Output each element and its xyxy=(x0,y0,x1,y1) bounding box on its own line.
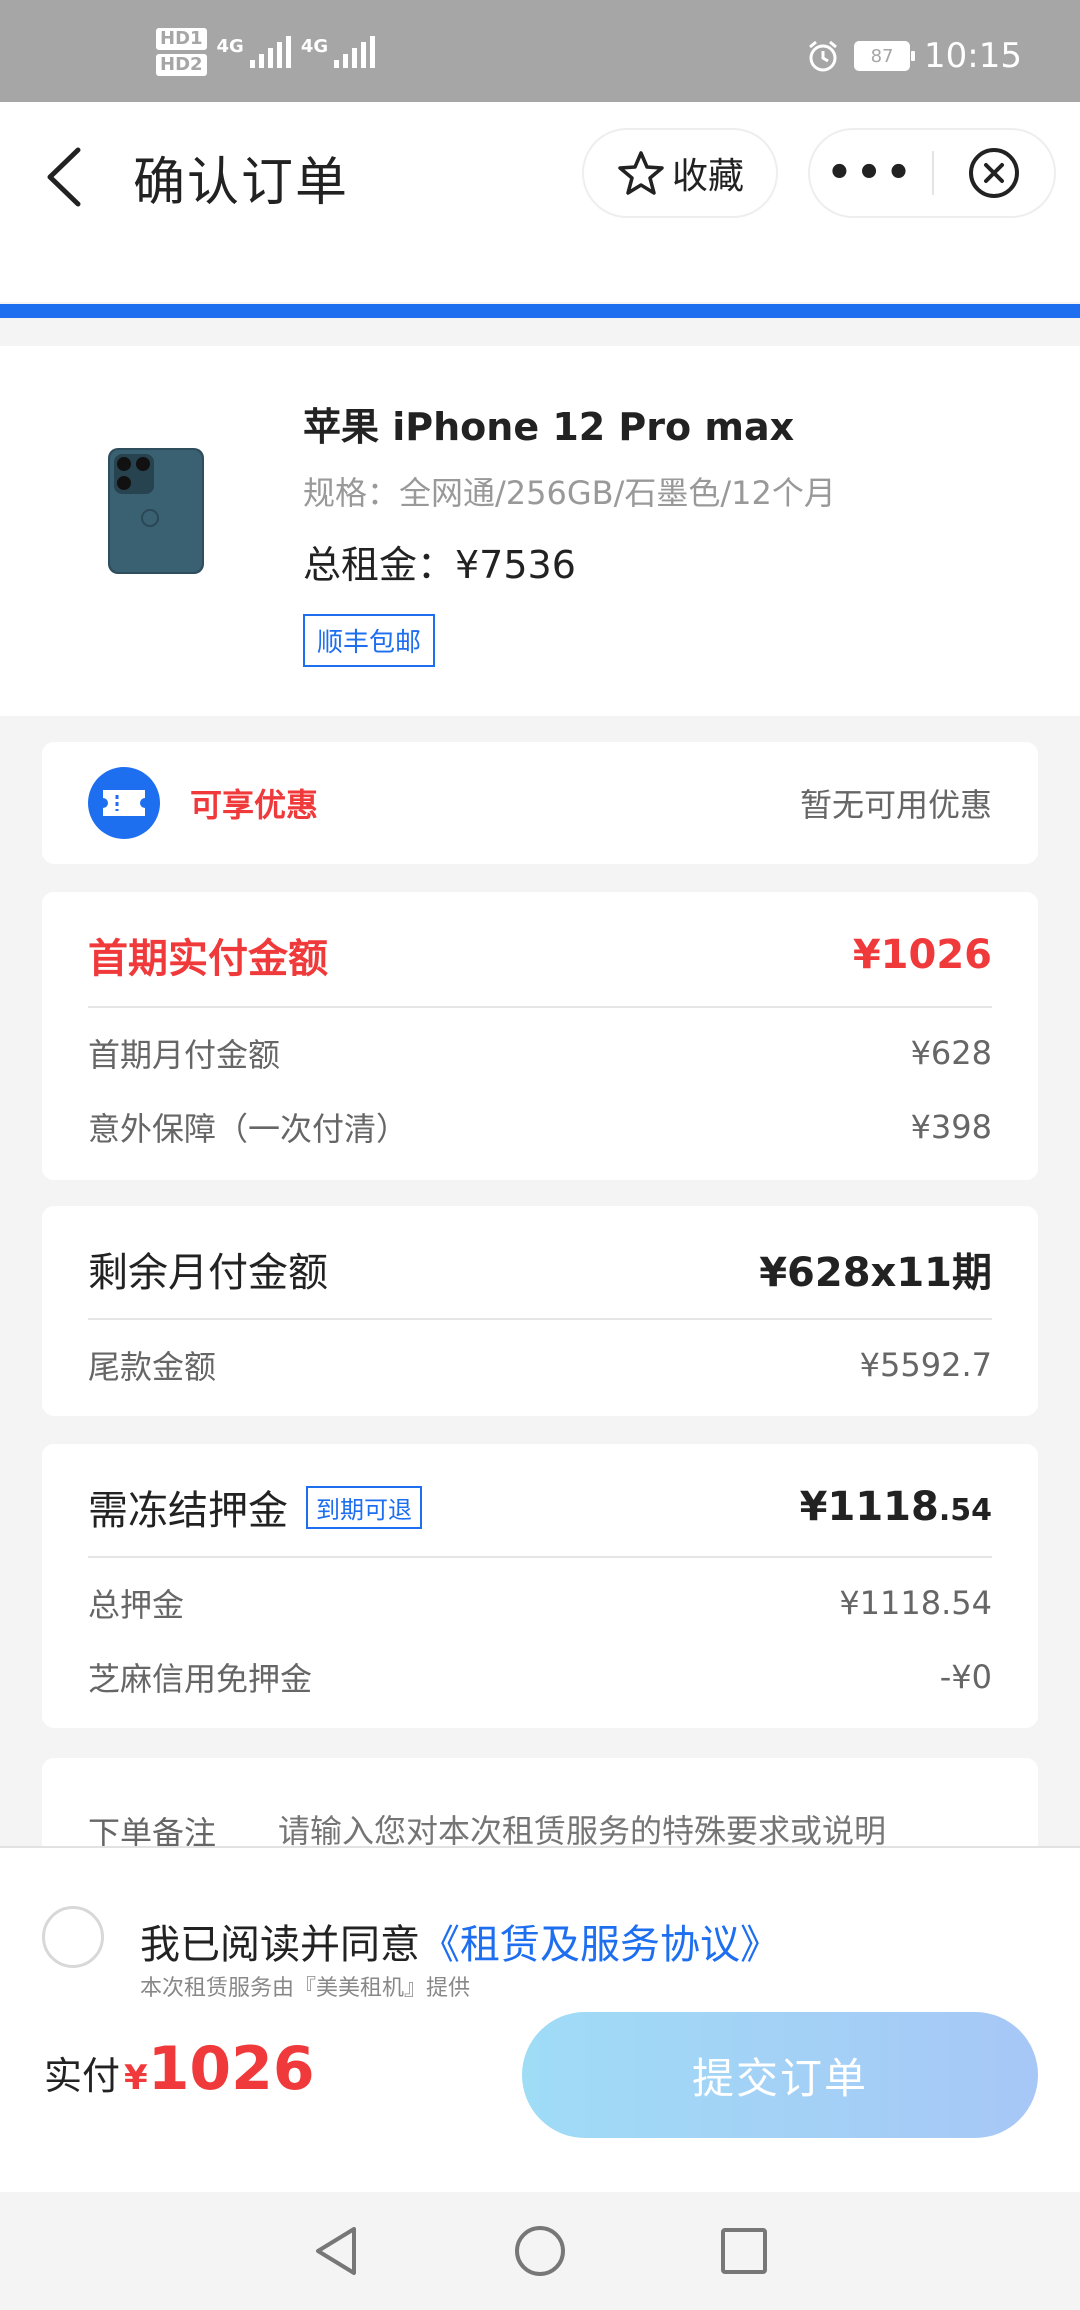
divider xyxy=(88,1318,992,1320)
more-button[interactable]: ••• xyxy=(810,150,932,196)
agree-label: 我已阅读并同意 xyxy=(140,1922,420,1968)
remaining-payment-card: 剩余月付金额 ¥628x11期 尾款金额 ¥5592.7 xyxy=(42,1206,1038,1416)
hd-indicator: HD1 HD2 xyxy=(156,28,207,76)
battery-icon: 87 xyxy=(854,41,916,71)
detail-row: 总押金 ¥1118.54 xyxy=(88,1580,992,1626)
signal-icon-2: 4G xyxy=(300,36,376,68)
nav-home-icon[interactable] xyxy=(512,2223,568,2279)
remaining-amount: ¥628x11期 xyxy=(759,1250,992,1296)
coupon-icon xyxy=(88,767,160,839)
status-right: 87 10:15 xyxy=(806,36,1022,76)
nav-back-icon[interactable] xyxy=(310,2223,362,2279)
signal-indicators: HD1 HD2 4G 4G xyxy=(156,28,376,76)
paid-total: 实付 ¥ 1026 xyxy=(44,2034,315,2104)
coupon-row: 可享优惠 暂无可用优惠 xyxy=(88,767,992,839)
battery-level: 87 xyxy=(870,45,894,67)
alarm-icon xyxy=(809,40,837,72)
hd1-label: HD1 xyxy=(156,28,207,50)
page-header: 确认订单 收藏 ••• xyxy=(0,102,1080,302)
clock: 10:15 xyxy=(924,36,1022,76)
favorite-label: 收藏 xyxy=(671,156,744,197)
coupon-label: 可享优惠 xyxy=(190,786,319,824)
remaining-header: 剩余月付金额 ¥628x11期 xyxy=(88,1240,992,1298)
status-bar: HD1 HD2 4G 4G 87 10:15 xyxy=(0,0,1080,102)
detail-row: 尾款金额 ¥5592.7 xyxy=(88,1342,992,1388)
page-title: 确认订单 xyxy=(133,153,350,213)
remaining-title: 剩余月付金额 xyxy=(88,1250,328,1296)
deposit-header: 需冻结押金 到期可退 ¥1118.54 xyxy=(88,1478,992,1536)
system-navigation-bar xyxy=(0,2192,1080,2310)
detail-label: 尾款金额 xyxy=(88,1348,217,1386)
detail-label: 首期月付金额 xyxy=(88,1036,281,1074)
refundable-badge: 到期可退 xyxy=(306,1485,422,1529)
paid-currency: ¥ xyxy=(124,2058,148,2098)
agree-checkbox[interactable] xyxy=(42,1906,104,1968)
detail-label: 芝麻信用免押金 xyxy=(88,1660,313,1698)
first-payment-card: 首期实付金额 ¥1026 首期月付金额 ¥628 意外保障（一次付清） ¥398 xyxy=(42,892,1038,1180)
deposit-amount-main: ¥1118 xyxy=(799,1484,939,1530)
close-button[interactable] xyxy=(934,146,1054,200)
detail-value: ¥628 xyxy=(910,1034,992,1072)
first-payment-amount: ¥1026 xyxy=(852,932,992,978)
nav-recents-icon[interactable] xyxy=(718,2225,770,2277)
deposit-card: 需冻结押金 到期可退 ¥1118.54 总押金 ¥1118.54 芝麻信用免押金… xyxy=(42,1444,1038,1728)
progress-bar xyxy=(0,304,1080,318)
network-type-2: 4G xyxy=(300,36,329,57)
mini-program-capsule: ••• xyxy=(808,128,1056,218)
provider-note: 本次租赁服务由『美美租机』提供 xyxy=(140,1976,471,2001)
paid-amount: 1026 xyxy=(147,2034,315,2104)
submit-order-button[interactable]: 提交订单 xyxy=(522,2012,1038,2138)
agreement-text: 我已阅读并同意《租赁及服务协议》 xyxy=(140,1912,780,1970)
shipping-tag: 顺丰包邮 xyxy=(303,614,436,667)
checkout-bar: 我已阅读并同意《租赁及服务协议》 本次租赁服务由『美美租机』提供 实付 ¥ 10… xyxy=(0,1846,1080,2194)
product-image xyxy=(108,448,204,574)
first-payment-title: 首期实付金额 xyxy=(88,936,328,982)
detail-row: 意外保障（一次付清） ¥398 xyxy=(88,1104,992,1150)
product-spec: 规格：全网通/256GB/石墨色/12个月 xyxy=(303,474,836,512)
detail-label: 意外保障（一次付清） xyxy=(88,1110,409,1148)
detail-value: ¥398 xyxy=(910,1108,992,1146)
agreement-link[interactable]: 《租赁及服务协议》 xyxy=(420,1922,780,1968)
coupon-status: 暂无可用优惠 xyxy=(799,786,992,824)
paid-label: 实付 xyxy=(44,2054,121,2098)
detail-row: 芝麻信用免押金 -¥0 xyxy=(88,1654,992,1700)
divider xyxy=(88,1556,992,1558)
divider xyxy=(88,1006,992,1008)
total-rent: 总租金：¥7536 xyxy=(303,543,576,587)
detail-row: 首期月付金额 ¥628 xyxy=(88,1030,992,1076)
close-icon xyxy=(969,148,1019,198)
favorite-button[interactable]: 收藏 xyxy=(582,128,778,218)
deposit-title: 需冻结押金 xyxy=(88,1488,288,1534)
star-icon xyxy=(618,151,664,195)
product-name: 苹果 iPhone 12 Pro max xyxy=(303,405,795,449)
detail-value: ¥1118.54 xyxy=(839,1584,992,1622)
remark-input[interactable] xyxy=(276,1811,941,1851)
coupon-card[interactable]: 可享优惠 暂无可用优惠 xyxy=(42,742,1038,864)
first-payment-header: 首期实付金额 ¥1026 xyxy=(88,926,992,984)
back-arrow-icon[interactable] xyxy=(40,142,90,212)
hd2-label: HD2 xyxy=(156,54,207,76)
signal-icon: 4G xyxy=(217,36,291,68)
network-type-1: 4G xyxy=(216,36,244,57)
detail-value: -¥0 xyxy=(939,1658,992,1696)
deposit-amount-decimal: .54 xyxy=(938,1493,992,1528)
detail-label: 总押金 xyxy=(88,1586,185,1624)
product-card: 苹果 iPhone 12 Pro max 规格：全网通/256GB/石墨色/12… xyxy=(0,346,1080,716)
detail-value: ¥5592.7 xyxy=(859,1346,992,1384)
